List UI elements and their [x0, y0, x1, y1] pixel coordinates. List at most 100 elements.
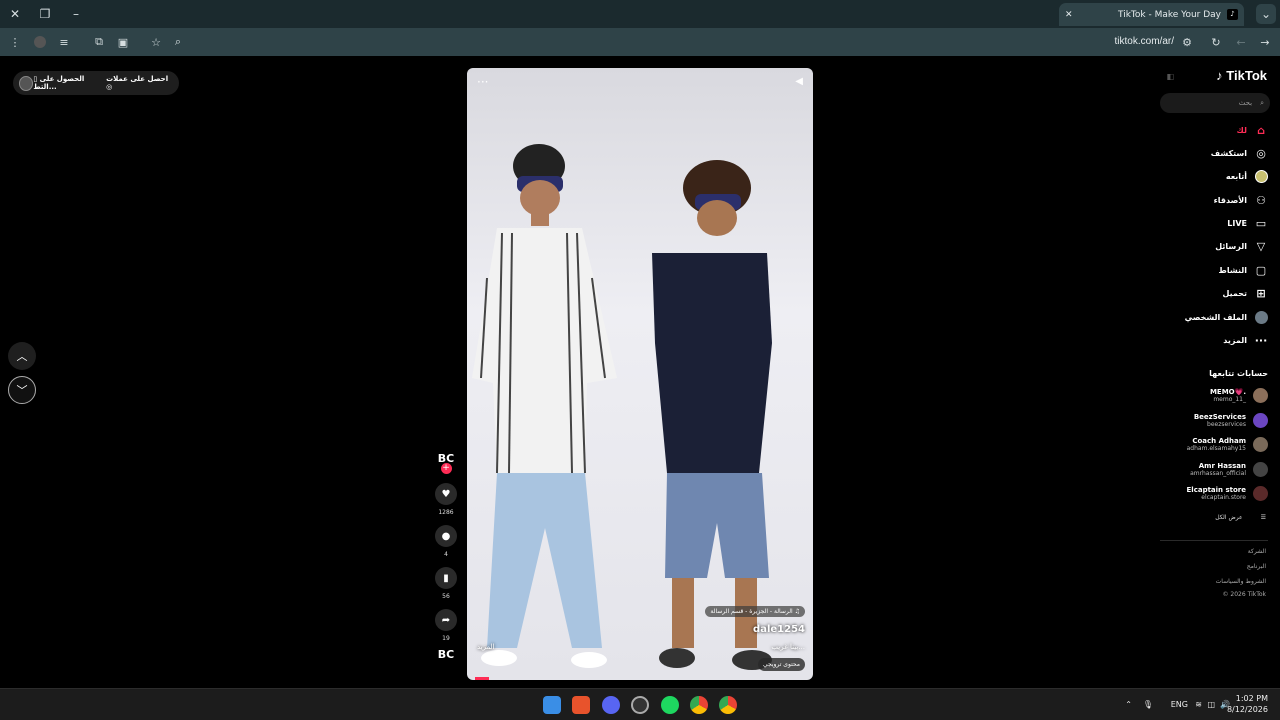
- following-account[interactable]: BeezServices beezservices: [1194, 413, 1268, 428]
- nav-friends[interactable]: الأصدقاء ⚇: [1214, 193, 1268, 207]
- share-count: 19: [442, 635, 450, 642]
- nav-more[interactable]: المزيد ···: [1223, 333, 1268, 347]
- avatar: [1253, 437, 1268, 452]
- avatar: [1253, 486, 1268, 501]
- nav-for-you[interactable]: لك ⌂: [1237, 123, 1268, 137]
- microphone-icon[interactable]: 🎙: [1143, 700, 1153, 709]
- video-player[interactable]: ··· ◀ الرسالة - الجزيرة - قسم الرسالة ♫ …: [467, 68, 813, 680]
- following-account[interactable]: Coach Adham adham.elsamahy15: [1187, 437, 1268, 452]
- avatar: [1253, 462, 1268, 477]
- friends-icon: ⚇: [1256, 193, 1266, 207]
- see-all-link[interactable]: عرض الكل ☰: [1215, 514, 1266, 521]
- restore-icon[interactable]: ❐: [35, 4, 55, 24]
- video-description: بينا غريب...: [771, 643, 805, 651]
- tiktok-favicon-icon: ♪: [1227, 9, 1238, 20]
- bookmark-icon[interactable]: ▮: [435, 567, 457, 589]
- obs-icon[interactable]: [631, 696, 649, 714]
- nav-live[interactable]: LIVE ▭: [1227, 216, 1268, 230]
- screenshot-icon[interactable]: ▣: [113, 32, 133, 52]
- nav-upload[interactable]: تحميل ⊞: [1222, 286, 1268, 300]
- minimize-icon[interactable]: –: [66, 4, 86, 24]
- search-input[interactable]: بحث ⌕: [1160, 93, 1270, 113]
- following-account[interactable]: Elcaptain store elcaptain.store: [1187, 486, 1268, 501]
- previous-video-button[interactable]: ︿: [8, 342, 36, 370]
- tab-tiktok[interactable]: ✕ TikTok - Make Your Day ♪: [1059, 3, 1244, 26]
- spotify-icon[interactable]: [661, 696, 679, 714]
- footer-terms[interactable]: الشروط والسياسات: [1216, 578, 1266, 585]
- footer-copyright: © 2026 TikTok: [1222, 591, 1267, 598]
- browser-toolbar: ⋮ ≡ ⧉ ▣ ☆ ⌕ tiktok.com/ar/ ⚙ ↻ ← →: [0, 28, 1280, 56]
- live-icon: ▭: [1255, 216, 1267, 230]
- menu-icon[interactable]: ⋮: [5, 32, 25, 52]
- tab-search-icon[interactable]: ⌄: [1256, 4, 1276, 24]
- promoted-tag: محتوى ترويجي: [757, 658, 805, 671]
- video-sound[interactable]: الرسالة - الجزيرة - قسم الرسالة ♫: [705, 606, 805, 617]
- footer-program[interactable]: البرنامج: [1247, 563, 1266, 570]
- volume-icon[interactable]: ◀: [795, 76, 803, 87]
- messages-icon: ▽: [1256, 239, 1266, 253]
- bookmark-star-icon[interactable]: ☆: [146, 32, 166, 52]
- address-bar[interactable]: tiktok.com/ar/: [1115, 36, 1174, 47]
- share-icon[interactable]: ➦: [435, 609, 457, 631]
- list-icon: ☰: [1260, 514, 1266, 521]
- language-indicator[interactable]: ENG: [1171, 700, 1188, 709]
- nav-messages[interactable]: الرسائل ▽: [1215, 239, 1268, 253]
- activity-icon: ▢: [1255, 263, 1267, 277]
- reload-icon[interactable]: ↻: [1206, 32, 1226, 52]
- comment-icon[interactable]: ●: [435, 525, 457, 547]
- following-account[interactable]: Amr Hassan amrhassan_official: [1190, 462, 1268, 477]
- top-pill: ▯ الحصول على التط... احصل على عملات ◎: [13, 71, 179, 95]
- chevron-up-icon[interactable]: ⌃: [1125, 700, 1132, 709]
- zoom-icon[interactable]: ⌕: [168, 32, 188, 52]
- sidebar: ◧ ♪ TikTok بحث ⌕ لك ⌂ استكشف ◎ أتابعه الأص…: [1155, 56, 1280, 688]
- footer-company[interactable]: الشركة: [1248, 548, 1266, 555]
- like-icon[interactable]: ♥: [435, 483, 457, 505]
- tab-close-icon[interactable]: ✕: [1065, 10, 1073, 20]
- more-icon: ···: [1254, 333, 1268, 347]
- avatar: [1253, 388, 1268, 403]
- compass-icon: ◎: [1256, 146, 1266, 160]
- back-icon[interactable]: →: [1255, 32, 1275, 52]
- nav-activity[interactable]: النشاط ▢: [1219, 263, 1268, 277]
- forward-icon[interactable]: ←: [1231, 32, 1251, 52]
- avatar: [1253, 413, 1268, 428]
- nav-following[interactable]: أتابعه: [1226, 169, 1268, 183]
- chrome-active-icon[interactable]: [719, 696, 737, 714]
- following-header: حسابات تتابعها: [1209, 369, 1268, 378]
- search-icon[interactable]: ⌕: [1260, 99, 1264, 108]
- video-progress[interactable]: [475, 677, 489, 680]
- user-avatar[interactable]: [19, 75, 34, 91]
- tiktok-logo[interactable]: ♪ TikTok: [1216, 68, 1267, 83]
- brave-icon[interactable]: [572, 696, 590, 714]
- tiktok-page: ▯ الحصول على التط... احصل على عملات ◎ ︿ …: [0, 56, 1280, 688]
- close-icon[interactable]: ✕: [5, 4, 25, 24]
- divider: [1160, 540, 1268, 541]
- collapse-sidebar-icon[interactable]: ◧: [1166, 72, 1174, 81]
- following-avatar-icon: [1254, 169, 1268, 183]
- follow-plus-icon[interactable]: +: [440, 463, 452, 474]
- site-settings-icon[interactable]: ⚙: [1177, 32, 1197, 52]
- video-frame: [472, 144, 772, 670]
- extensions-icon[interactable]: ⧉: [89, 32, 109, 52]
- video-more-link[interactable]: المزيد: [477, 643, 495, 651]
- clock[interactable]: 1:02 PM 8/12/2026: [1227, 693, 1268, 715]
- tab-title: TikTok - Make Your Day: [1117, 9, 1221, 20]
- nav-explore[interactable]: استكشف ◎: [1211, 146, 1268, 160]
- video-author[interactable]: dale1254: [753, 624, 805, 635]
- video-options-icon[interactable]: ···: [477, 75, 488, 89]
- discord-icon[interactable]: [602, 696, 620, 714]
- chrome-icon[interactable]: [690, 696, 708, 714]
- like-count: 1286: [438, 509, 454, 516]
- nav-profile[interactable]: الملف الشخصي: [1185, 310, 1268, 324]
- get-app-button[interactable]: ▯ الحصول على التط...: [33, 75, 106, 91]
- profile-icon[interactable]: [30, 32, 50, 52]
- next-video-button[interactable]: ﹀: [8, 376, 36, 404]
- network-icon[interactable]: ◫: [1207, 700, 1215, 709]
- sound-disc[interactable]: BC: [438, 648, 454, 661]
- profile-avatar-icon: [1254, 310, 1268, 324]
- reading-list-icon[interactable]: ≡: [54, 32, 74, 52]
- following-account[interactable]: MEMO💗. memo_11_: [1210, 388, 1268, 403]
- windows-start-icon[interactable]: [543, 696, 561, 714]
- wifi-icon[interactable]: ≋: [1195, 700, 1202, 709]
- get-coins-button[interactable]: احصل على عملات ◎: [106, 75, 173, 91]
